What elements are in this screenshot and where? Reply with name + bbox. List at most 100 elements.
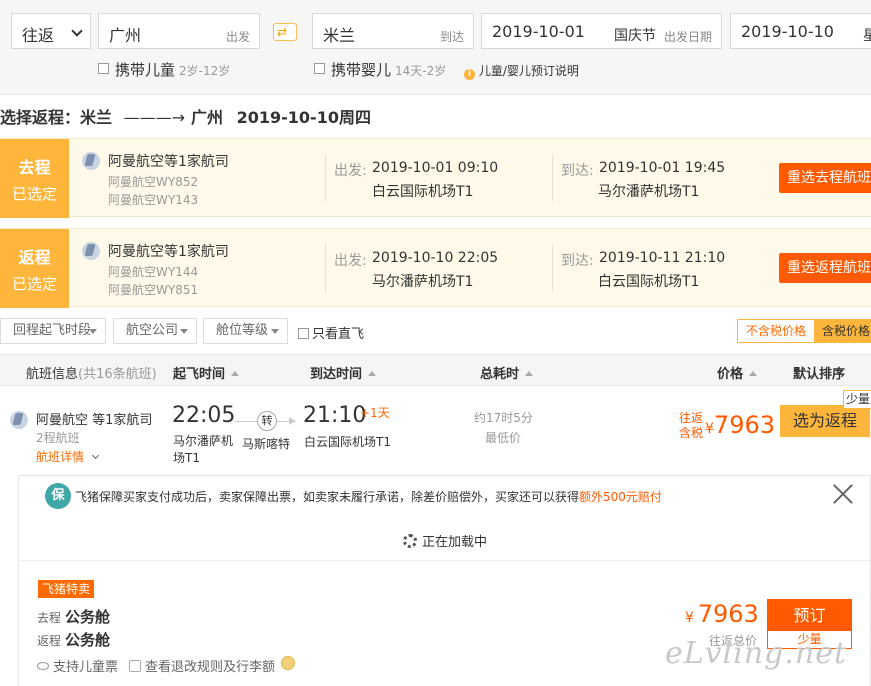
arrow-icon: ———→ (123, 108, 186, 127)
child-ticket-label: 支持儿童票 (53, 660, 119, 675)
return-date: 2019-10-10周四 (236, 108, 371, 127)
column-label: 航班信息 (26, 367, 79, 382)
from-city-value: 广州 (109, 26, 142, 45)
sort-departure-time[interactable]: 起飞时间 (173, 363, 240, 382)
airline-filter[interactable]: 航空公司 (113, 318, 197, 344)
price-label: 往返 含税 (679, 411, 703, 441)
column-label: 价格 (717, 367, 744, 382)
flight-number: 阿曼航空WY144 (108, 265, 199, 279)
lowest-price-label: 最低价 (485, 431, 522, 445)
from-city-input[interactable]: 广州 出发 (98, 13, 260, 49)
column-label: 默认排序 (793, 367, 846, 382)
infant-checkbox[interactable]: 携带婴儿 14天-2岁 (314, 59, 446, 80)
depart-date-suffix: 出发日期 (663, 30, 712, 44)
depart-date-input[interactable]: 2019-10-01 国庆节 出发日期 (481, 13, 722, 49)
direct-only-checkbox[interactable]: 只看直飞 (298, 323, 364, 342)
currency-symbol: ¥ (705, 421, 714, 437)
arrival-airport: 白云国际机场T1 (304, 435, 391, 449)
reselect-return-button[interactable]: 重选返程航班 (779, 253, 871, 283)
departure-time: 22:05 (172, 403, 236, 428)
return-date-suffix: 星 (863, 28, 871, 44)
default-sort[interactable]: 默认排序 (793, 363, 845, 382)
cabin-class: 公务舱 (65, 631, 111, 649)
book-label: 预订 (768, 600, 851, 631)
guarantee-body: 飞猪保障买家支付成功后，卖家保障出票，如卖家未履行承诺，除差价赔偿外，买家还可以… (75, 490, 580, 504)
cabin-label: 去程 (37, 611, 62, 625)
depart-date-value: 2019-10-01 (492, 22, 585, 41)
sort-arrival-time[interactable]: 到达时间 (310, 363, 377, 382)
selected-return-leg: 返程 已选定 阿曼航空等1家航司 阿曼航空WY144 阿曼航空WY851 出发:… (0, 228, 871, 308)
to-city-input[interactable]: 米兰 到达 (312, 13, 474, 49)
arrival-time: 21:10 (303, 403, 367, 428)
refund-rules-link[interactable]: 查看退改规则及行李额 (129, 656, 275, 675)
flight-number: 阿曼航空WY851 (108, 283, 199, 297)
transfer-city: 马斯喀特 (242, 437, 291, 451)
depart-airport: 马尔潘萨机场T1 (372, 274, 474, 290)
checkbox-icon (298, 328, 309, 339)
airline-name: 阿曼航空 等1家航司 (36, 413, 153, 428)
help-text: 儿童/婴儿预订说明 (478, 64, 579, 78)
child-age: 2岁-12岁 (179, 64, 231, 78)
depart-time: 2019-10-01 09:10 (372, 160, 499, 176)
flight-details-toggle[interactable]: 航班详情 (36, 448, 99, 465)
price-including-tax-tab[interactable]: 含税价格 (815, 319, 871, 343)
airline-logo-icon (82, 242, 100, 260)
leg-tag-title: 去程 (18, 158, 51, 177)
column-label: 起飞时间 (173, 367, 226, 382)
infant-label: 携带婴儿 (331, 61, 392, 79)
column-label: 到达时间 (310, 367, 363, 382)
close-icon[interactable] (832, 483, 854, 505)
eye-icon (37, 662, 49, 670)
leg-tag-status: 已选定 (11, 275, 57, 293)
divider (325, 245, 326, 291)
watermark: eLvling.net (665, 636, 848, 671)
price-excluding-tax-tab[interactable]: 不含税价格 (737, 319, 815, 343)
divider (552, 155, 553, 201)
arrive-label: 到达: (561, 253, 594, 269)
spinner-icon (403, 534, 417, 548)
from-suffix: 出发 (225, 30, 250, 44)
arrive-airport: 白云国际机场T1 (598, 274, 700, 290)
checkbox-icon (314, 63, 325, 74)
arrive-airport: 马尔潘萨机场T1 (598, 184, 700, 200)
cabin-label: 返程 (37, 634, 62, 648)
currency-symbol: ¥ (685, 610, 694, 626)
sort-price[interactable]: 价格 (717, 363, 758, 382)
chevron-down-icon (71, 25, 83, 37)
guarantee-highlight: 额外500元赔付 (579, 490, 662, 504)
depart-label: 出发: (334, 253, 367, 269)
chevron-down-icon (91, 451, 99, 460)
sort-icon (525, 371, 534, 376)
leg-tag: 去程 已选定 (0, 139, 69, 218)
seller-tag: 飞猪特卖 (38, 580, 95, 598)
child-checkbox[interactable]: 携带儿童 2岁-12岁 (98, 59, 230, 80)
loading-text: 正在加载中 (422, 535, 488, 550)
divider (19, 560, 870, 561)
airline-logo-icon (10, 411, 28, 429)
trip-type-select[interactable]: 往返 (11, 13, 91, 49)
cabin-filter[interactable]: 舱位等级 (203, 318, 288, 344)
airport-line: 马尔潘萨机 (173, 434, 234, 448)
flight-number: 阿曼航空WY143 (108, 193, 199, 207)
price-amount: 7963 (713, 411, 775, 439)
sort-duration[interactable]: 总耗时 (480, 363, 534, 382)
select-return-button[interactable]: 选为返程 (780, 405, 870, 437)
document-icon (129, 660, 141, 672)
total-duration: 约17时5分 (474, 411, 533, 425)
caret-down-icon (89, 329, 97, 334)
airline-logo-icon (82, 152, 100, 170)
loading-indicator: 正在加载中 (403, 531, 487, 550)
swap-cities-button[interactable]: ⇄ (273, 23, 297, 41)
outbound-cabin: 去程 公务舱 (37, 606, 110, 627)
caret-down-icon (180, 329, 188, 334)
return-date-input[interactable]: 2019-10-10 星 (730, 13, 871, 49)
low-stock-badge: 少量 (843, 390, 871, 409)
search-bar: 往返 广州 出发 ⇄ 米兰 到达 2019-10-01 国庆节 出发日期 201… (0, 0, 871, 95)
price-value: ¥7963 (705, 411, 775, 439)
departure-time-filter[interactable]: 回程起飞时段 (0, 318, 106, 344)
child-infant-help-link[interactable]: i 儿童/婴儿预订说明 (464, 62, 579, 80)
flight-count: (共16条航班) (78, 367, 157, 382)
cabin-class: 公务舱 (65, 608, 111, 626)
reselect-outbound-button[interactable]: 重选去程航班 (779, 163, 871, 193)
filter-label: 航空公司 (126, 323, 179, 338)
